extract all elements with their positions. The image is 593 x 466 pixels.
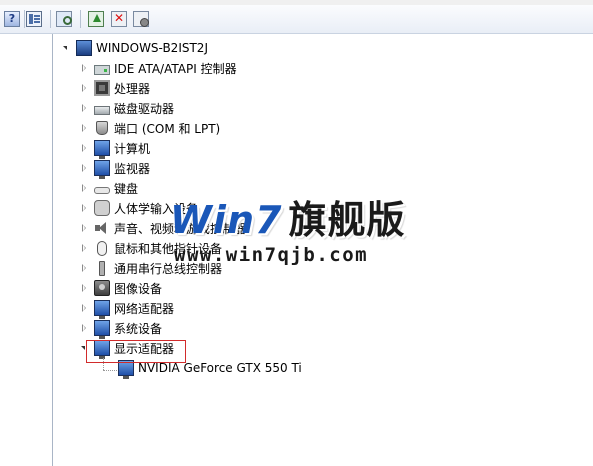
console-tree-icon[interactable] <box>26 11 42 27</box>
tree-item-label: 系统设备 <box>114 321 163 336</box>
tree-item-ports[interactable]: 端口 (COM 和 LPT) <box>80 118 220 138</box>
expand-arrow-icon[interactable] <box>80 298 90 318</box>
toolbar-separator <box>50 10 51 28</box>
root-label: WINDOWS-B2IST2J <box>96 41 208 55</box>
tree-item-hid[interactable]: 人体学输入设备 <box>80 198 198 218</box>
tree-item-network[interactable]: 网络适配器 <box>80 298 175 319</box>
computer-icon <box>76 40 92 56</box>
expand-arrow-icon[interactable] <box>80 218 90 238</box>
tree-item-label: 通用串行总线控制器 <box>114 261 223 276</box>
tree-item-system[interactable]: 系统设备 <box>80 318 163 339</box>
mouse-icon <box>97 240 107 256</box>
usb-icon <box>99 260 105 276</box>
expand-arrow-icon[interactable] <box>80 98 90 118</box>
camera-icon <box>94 280 110 296</box>
tree-item-usb[interactable]: 通用串行总线控制器 <box>80 258 222 278</box>
tree-item-label: 人体学输入设备 <box>114 201 199 216</box>
expand-arrow-icon[interactable] <box>80 178 90 198</box>
processor-icon <box>94 80 110 96</box>
tree-item-label: 键盘 <box>114 181 139 196</box>
tree-item-label: 网络适配器 <box>114 301 175 316</box>
tree-item-ide[interactable]: IDE ATA/ATAPI 控制器 <box>80 58 237 78</box>
expand-arrow-icon[interactable] <box>80 58 90 78</box>
tree-item-label: 图像设备 <box>114 281 163 296</box>
expand-arrow-icon[interactable] <box>80 158 90 178</box>
tree-item-label: 端口 (COM 和 LPT) <box>114 121 221 136</box>
disk-drive-icon <box>94 106 110 115</box>
left-pane <box>0 34 53 466</box>
expand-arrow-icon[interactable] <box>80 318 90 338</box>
tree-item-label: 计算机 <box>114 141 151 156</box>
tree-item-processor[interactable]: 处理器 <box>80 78 150 98</box>
toolbar: ? <box>0 5 593 34</box>
expand-arrow-icon[interactable] <box>80 78 90 98</box>
toolbar-separator <box>24 10 25 28</box>
tree-item-monitors[interactable]: 监视器 <box>80 158 151 179</box>
monitor-icon <box>94 160 110 179</box>
port-icon <box>96 121 108 135</box>
expand-arrow-icon[interactable] <box>80 118 90 138</box>
hid-icon <box>94 200 110 216</box>
tree-item-label: 声音、视频和游戏控制器 <box>114 221 247 236</box>
computer-icon <box>94 140 110 159</box>
expand-arrow-icon[interactable] <box>80 278 90 298</box>
tree-item-sound[interactable]: 声音、视频和游戏控制器 <box>80 218 246 238</box>
tree-item-imaging[interactable]: 图像设备 <box>80 278 162 298</box>
scan-hardware-icon[interactable] <box>56 11 72 27</box>
toolbar-separator <box>80 10 81 28</box>
tree-item-disk[interactable]: 磁盘驱动器 <box>80 98 174 118</box>
ide-controller-icon <box>94 65 110 75</box>
expand-arrow-icon[interactable] <box>80 138 90 158</box>
expand-arrow-icon[interactable] <box>80 238 90 258</box>
help-icon[interactable]: ? <box>4 11 20 27</box>
expand-arrow-icon[interactable] <box>80 258 90 278</box>
tree-item-label: 鼠标和其他指针设备 <box>114 241 223 256</box>
tree-item-label: 监视器 <box>114 161 151 176</box>
update-driver-icon[interactable] <box>88 11 104 27</box>
tree-item-mice[interactable]: 鼠标和其他指针设备 <box>80 238 222 258</box>
device-tree[interactable]: WINDOWS-B2IST2J IDE ATA/ATAPI 控制器 处理器 磁盘… <box>54 34 593 466</box>
tree-item-computer[interactable]: 计算机 <box>80 138 151 159</box>
expand-arrow-icon[interactable] <box>80 198 90 218</box>
tree-item-label: IDE ATA/ATAPI 控制器 <box>114 61 237 76</box>
tree-connector <box>103 370 117 371</box>
tree-item-keyboards[interactable]: 键盘 <box>80 178 138 198</box>
tree-root[interactable]: WINDOWS-B2IST2J <box>62 38 208 58</box>
sound-icon <box>94 220 110 236</box>
keyboard-icon <box>94 187 110 194</box>
tree-item-label: NVIDIA GeForce GTX 550 Ti <box>138 361 302 375</box>
disable-device-icon[interactable] <box>133 11 149 27</box>
network-adapter-icon <box>94 300 110 319</box>
highlight-box <box>86 340 186 363</box>
tree-item-label: 处理器 <box>114 81 151 96</box>
uninstall-icon[interactable] <box>111 11 127 27</box>
tree-item-label: 磁盘驱动器 <box>114 101 175 116</box>
system-device-icon <box>94 320 110 339</box>
expand-arrow-icon[interactable] <box>62 38 72 58</box>
